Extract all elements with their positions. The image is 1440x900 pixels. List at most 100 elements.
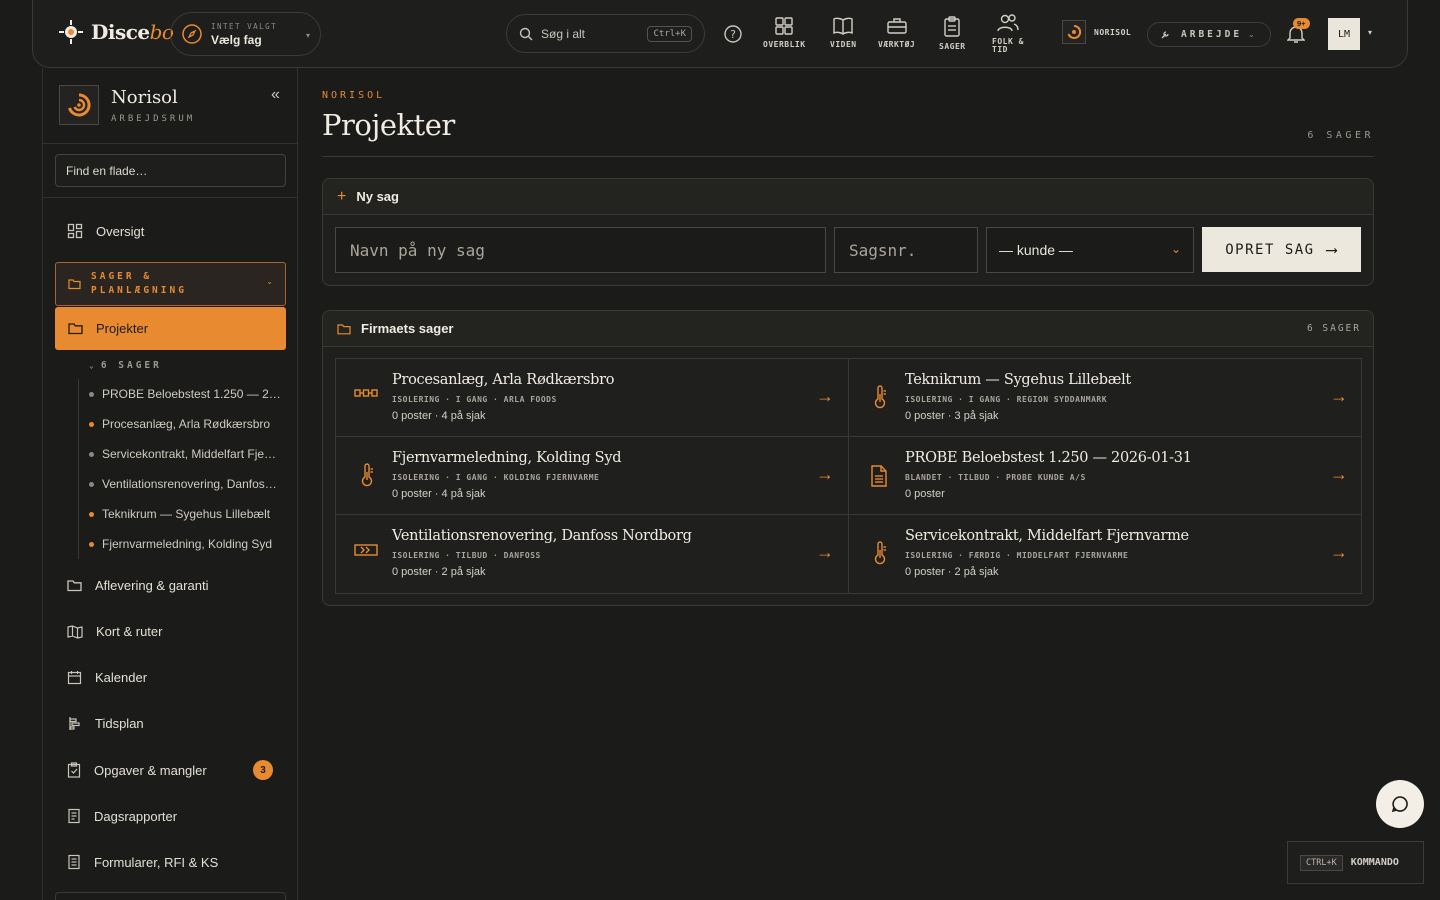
svg-text:?: ? (730, 28, 736, 41)
case-counts: 0 poster · 4 på sjak (392, 488, 486, 500)
trade-selector[interactable]: INTET VALGT Vælg fag ▾ (170, 12, 321, 56)
status-dot (89, 511, 94, 517)
sub-list-item[interactable]: Ventilationsrenovering, Danfos… (89, 469, 281, 499)
sub-list-item-label: Teknikrum — Sygehus Lillebælt (102, 507, 271, 521)
app-logo[interactable]: Discebo (57, 18, 174, 46)
search-icon (519, 27, 533, 40)
sidebar-group-sager-planlaegning[interactable]: SAGER & PLANLÆGNING ⌄ (55, 262, 286, 306)
sidebar-item-label: Opgaver & mangler (94, 762, 207, 778)
create-case-button[interactable]: OPRET SAG ⟶ (1202, 227, 1361, 272)
divider (322, 156, 1374, 157)
case-meta: ISOLERING · FÆRDIG · MIDDELFART FJERNVAR… (905, 551, 1129, 560)
sidebar-item-oversigt[interactable]: Oversigt (67, 223, 144, 239)
sub-list-item[interactable]: PROBE Beloebstest 1.250 — 2… (89, 379, 281, 409)
workspace-header[interactable]: Norisol ARBEJDSRUM (59, 85, 195, 125)
sub-list-item[interactable]: Servicekontrakt, Middelfart Fje… (89, 439, 281, 469)
sub-list-item[interactable]: Procesanlæg, Arla Rødkærsbro (89, 409, 281, 439)
clipboard-icon (944, 16, 960, 37)
sub-list-item[interactable]: Teknikrum — Sygehus Lillebælt (89, 499, 281, 529)
page-title: Projekter (322, 108, 455, 142)
nav-overblik[interactable]: OVERBLIK (763, 16, 806, 49)
collapse-sidebar-icon[interactable]: « (271, 86, 280, 104)
plus-icon: + (337, 187, 347, 205)
arrow-right-icon[interactable]: → (816, 386, 834, 407)
thermometer-icon (360, 463, 374, 487)
case-counts: 0 poster · 4 på sjak (392, 410, 486, 422)
arrow-right-icon[interactable]: → (816, 464, 834, 485)
pipes-icon (354, 387, 378, 399)
clipboard-check-icon (67, 762, 81, 778)
find-surface-input[interactable] (55, 154, 286, 187)
sidebar-item-label: Kalender (95, 670, 148, 685)
dashboard-icon (67, 223, 83, 239)
sidebar-item-projekter[interactable]: Projekter (55, 307, 286, 350)
wrench-icon (1161, 31, 1169, 39)
thermometer-icon (873, 541, 887, 565)
help-icon: ? (724, 25, 742, 43)
sidebar-item-formularer[interactable]: Formularer, RFI & KS (67, 854, 218, 870)
arrow-right-icon[interactable]: → (1330, 542, 1348, 563)
sub-list-item-label: Procesanlæg, Arla Rødkærsbro (102, 417, 271, 431)
mode-selector[interactable]: ARBEJDE ⌄ (1147, 22, 1271, 47)
trade-main-label: Vælg fag (211, 32, 262, 47)
sidebar-item-kalender[interactable]: Kalender (67, 670, 147, 685)
nav-vaerktoj[interactable]: VÆRKTØJ (878, 16, 915, 49)
case-number-input[interactable] (834, 227, 978, 273)
sidebar-item-dagsrapporter[interactable]: Dagsrapporter (67, 808, 177, 824)
customer-select[interactable]: — kunde — ⌄ (986, 227, 1194, 273)
command-palette-button[interactable]: CTRL+K KOMMANDO (1287, 841, 1424, 884)
nav-sager[interactable]: SAGER (939, 16, 966, 51)
nav-viden[interactable]: VIDEN (830, 16, 857, 49)
status-dot (89, 541, 94, 547)
chat-button[interactable] (1376, 780, 1424, 828)
sub-list-item-label: PROBE Beloebstest 1.250 — 2… (102, 387, 281, 401)
divider (43, 197, 297, 198)
case-card[interactable]: Teknikrum — Sygehus Lillebælt ISOLERING ·… (849, 359, 1362, 437)
case-title: Teknikrum — Sygehus Lillebælt (905, 372, 1131, 388)
arrow-right-icon[interactable]: → (816, 542, 834, 563)
org-name: NORISOL (1094, 27, 1132, 37)
sidebar-item-kort[interactable]: Kort & ruter (67, 624, 162, 639)
compass-icon (182, 24, 202, 44)
tasks-count-badge: 3 (253, 760, 273, 780)
org-switcher[interactable]: NORISOL (1062, 20, 1131, 44)
create-case-label: OPRET SAG (1225, 241, 1315, 258)
timeline-icon (69, 717, 80, 730)
logo-mark-icon (59, 20, 83, 44)
sub-list-toggle[interactable]: ⌄ 6 SAGER (89, 360, 162, 371)
trade-sub-label: INTET VALGT (211, 21, 278, 31)
sub-list-item-label: Servicekontrakt, Middelfart Fje… (102, 447, 277, 461)
sub-list-item[interactable]: Fjernvarmeledning, Kolding Syd (89, 529, 281, 559)
arrow-right-icon[interactable]: → (1330, 386, 1348, 407)
sidebar-item-opgaver[interactable]: Opgaver & mangler (67, 762, 207, 778)
sidebar: Norisol ARBEJDSRUM « Oversigt SAGER &PLA… (42, 68, 298, 900)
avatar[interactable]: LM (1328, 18, 1360, 50)
chat-bubble-icon (1391, 796, 1408, 813)
case-card[interactable]: Fjernvarmeledning, Kolding Syd ISOLERING … (336, 437, 849, 515)
sidebar-item-label: Projekter (96, 321, 149, 336)
case-card[interactable]: Ventilationsrenovering, Danfoss Nordborg… (336, 515, 849, 593)
sidebar-item-aflevering[interactable]: Aflevering & garanti (67, 578, 208, 593)
project-sub-list: PROBE Beloebstest 1.250 — 2… Procesanlæg,… (78, 379, 281, 559)
sidebar-item-label: Formularer, RFI & KS (94, 854, 219, 870)
nav-folk-tid[interactable]: FOLK & TID (992, 13, 1024, 54)
arrow-right-icon[interactable]: → (1330, 464, 1348, 485)
case-card[interactable]: PROBE Beloebstest 1.250 — 2026-01-31 BLAN… (849, 437, 1362, 515)
case-title: Ventilationsrenovering, Danfoss Nordborg (392, 528, 692, 544)
duct-icon (354, 543, 378, 557)
sidebar-item-tidsplan[interactable]: Tidsplan (67, 716, 144, 731)
help-button[interactable]: ? (723, 24, 743, 44)
card-title: Ny sag (356, 189, 399, 204)
divider (43, 143, 297, 144)
sub-list-item-label: Ventilationsrenovering, Danfos… (102, 477, 277, 491)
case-meta: BLANDET · TILBUD · PROBE KUNDE A/S (905, 473, 1086, 482)
search-label: Søg i alt (541, 26, 586, 41)
new-case-header: + Ny sag (323, 179, 1373, 215)
case-card[interactable]: Procesanlæg, Arla Rødkærsbro ISOLERING · … (336, 359, 849, 437)
case-card[interactable]: Servicekontrakt, Middelfart Fjernvarme IS… (849, 515, 1362, 593)
cases-grid: Procesanlæg, Arla Rødkærsbro ISOLERING · … (335, 358, 1362, 594)
case-meta: ISOLERING · I GANG · REGION SYDDANMARK (905, 395, 1108, 404)
global-search[interactable]: Søg i alt Ctrl+K (506, 14, 705, 53)
case-name-input[interactable] (335, 227, 826, 273)
caret-down-icon[interactable]: ▾ (1368, 28, 1372, 37)
